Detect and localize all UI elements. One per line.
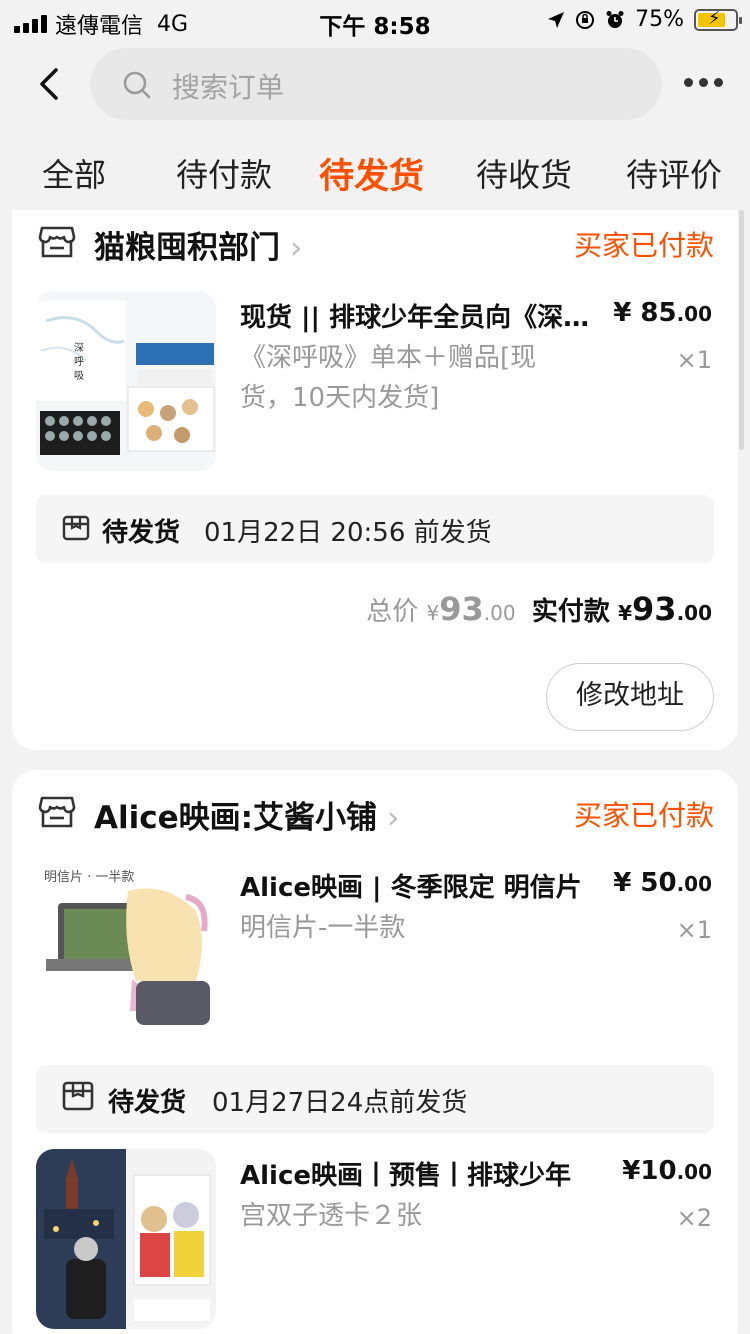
total-integer: 93 (439, 590, 484, 628)
product-quantity: ×1 (676, 916, 712, 944)
product-spec: 《深呼吸》单本＋赠品[现货，10天内发货] (240, 343, 537, 413)
shipping-status: 待发货 (108, 1088, 187, 1118)
price-integer: 85 (640, 298, 677, 328)
total-decimal: .00 (483, 601, 516, 625)
currency-symbol: ¥ (613, 868, 632, 898)
shop-name[interactable]: 猫粮囤积部门 › (94, 222, 302, 267)
shipping-deadline: 01月22日 20:56 前发货 (204, 518, 492, 548)
order-card[interactable]: 猫粮囤积部门 › 买家已付款 深 呼 吸 现货 || 排球少年全员向《深呼吸》 ¥… (12, 210, 738, 750)
back-arrow-icon[interactable] (32, 62, 72, 106)
paid-decimal: .00 (676, 601, 712, 625)
search-icon (123, 71, 151, 99)
store-icon (38, 796, 76, 828)
package-icon (62, 1081, 94, 1111)
chevron-right-icon: › (387, 800, 400, 836)
currency-symbol: ¥ (426, 601, 440, 625)
price-decimal: .00 (676, 1160, 712, 1184)
shop-name-text: 猫粮囤积部门 (94, 230, 280, 266)
chevron-right-icon: › (290, 230, 303, 266)
scrollbar[interactable] (739, 210, 744, 450)
tab-pending-shipment[interactable]: 待发货 (319, 148, 424, 199)
svg-text:深: 深 (74, 342, 84, 354)
shop-name-text: Alice映画:艾酱小铺 (94, 800, 378, 836)
tab-pending-payment[interactable]: 待付款 (176, 150, 272, 196)
shop-name[interactable]: Alice映画:艾酱小铺 › (94, 792, 399, 837)
search-input[interactable]: 搜索订单 (90, 48, 662, 120)
order-tabs: 全部 待付款 待发货 待收货 待评价 (0, 150, 750, 200)
product-thumbnail[interactable]: 明信片 · 一半款 (36, 861, 216, 1041)
product-title[interactable]: Alice映画 | 冬季限定 明信片 (240, 867, 610, 904)
svg-text:吸: 吸 (74, 371, 84, 382)
price-decimal: .00 (676, 872, 712, 896)
price-integer: 50 (640, 868, 677, 898)
price-integer: 10 (640, 1156, 677, 1186)
product-thumbnail[interactable]: 深 呼 吸 (36, 291, 216, 471)
battery-percent: 75% (635, 7, 684, 32)
package-icon (62, 515, 90, 541)
shipping-status: 待发货 (102, 518, 181, 548)
price-decimal: .00 (676, 302, 712, 326)
product-spec: 明信片-一半款 (240, 913, 406, 943)
more-options-icon[interactable] (684, 78, 723, 87)
shop-header[interactable]: 猫粮囤积部门 › 买家已付款 (38, 224, 714, 266)
product-quantity: ×1 (676, 346, 712, 374)
order-status: 买家已付款 (573, 229, 714, 262)
tab-pending-review[interactable]: 待评价 (626, 150, 722, 196)
total-label: 总价 (366, 597, 419, 627)
product-spec: 宫双子透卡２张 (240, 1201, 423, 1231)
product-price: ¥10.00 (622, 1156, 712, 1186)
search-placeholder: 搜索订单 (172, 71, 285, 104)
currency-symbol: ¥ (622, 1156, 641, 1186)
product-image (36, 1149, 216, 1329)
alarm-icon (606, 10, 624, 28)
shipping-info[interactable]: 待发货 01月22日 20:56 前发货 (36, 495, 714, 563)
status-bar: 遠傳電信 4G 下午 8:58 75% ⚡ (0, 0, 750, 40)
shop-header[interactable]: Alice映画:艾酱小铺 › 买家已付款 (38, 794, 714, 836)
currency-symbol: ¥ (618, 601, 633, 625)
product-thumbnail[interactable] (36, 1149, 216, 1329)
paid-integer: 93 (632, 590, 677, 628)
order-totals: 总价 ¥93.00 实付款 ¥93.00 (366, 590, 712, 628)
product-price: ¥ 50.00 (613, 868, 712, 898)
store-icon (38, 226, 76, 258)
thumbnail-caption: 明信片 · 一半款 (44, 870, 134, 885)
product-title[interactable]: 现货 || 排球少年全员向《深呼吸》 (240, 297, 610, 334)
tab-all[interactable]: 全部 (42, 150, 106, 196)
battery-icon: ⚡ (694, 8, 742, 31)
order-card[interactable]: Alice映画:艾酱小铺 › 买家已付款 明信片 · 一半款 Alice映画 | … (12, 770, 738, 1334)
product-title[interactable]: Alice映画丨预售丨排球少年 (240, 1155, 610, 1192)
rotation-lock-icon (576, 10, 595, 29)
product-image: 深 呼 吸 (36, 291, 216, 471)
location-icon (548, 11, 565, 28)
shipping-deadline: 01月27日24点前发货 (212, 1088, 468, 1118)
product-quantity: ×2 (676, 1204, 712, 1232)
paid-label: 实付款 (531, 597, 610, 627)
product-image: 明信片 · 一半款 (36, 861, 216, 1041)
product-price: ¥ 85.00 (613, 298, 712, 328)
currency-symbol: ¥ (613, 298, 632, 328)
svg-text:呼: 呼 (74, 356, 84, 368)
tab-pending-receipt[interactable]: 待收货 (476, 150, 572, 196)
shipping-info[interactable]: 待发货 01月27日24点前发货 (36, 1065, 714, 1133)
order-status: 买家已付款 (573, 799, 714, 832)
modify-address-button[interactable]: 修改地址 (546, 663, 714, 731)
